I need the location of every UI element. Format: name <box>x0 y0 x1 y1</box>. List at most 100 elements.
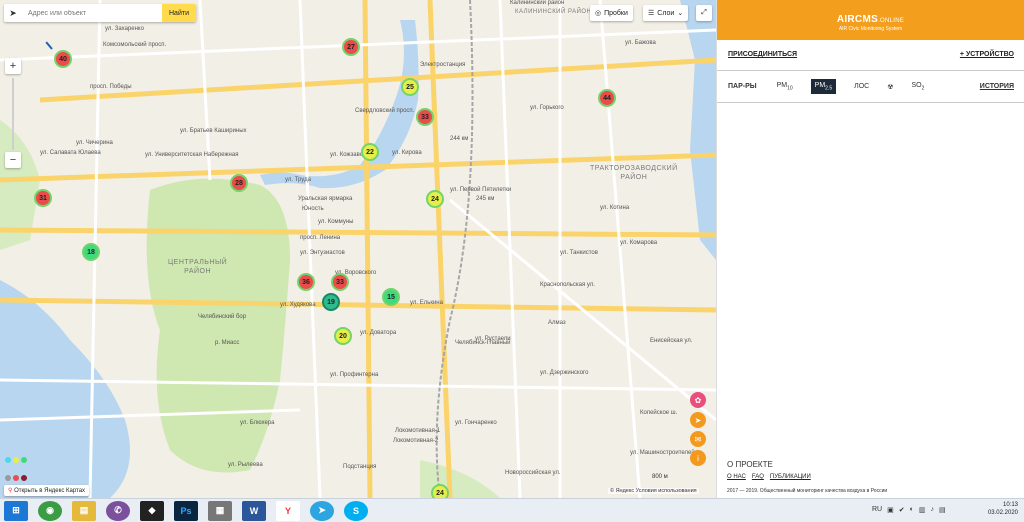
tray-icon[interactable]: ✔ <box>899 506 905 514</box>
zoom-in-button[interactable]: + <box>5 58 21 74</box>
param-so2[interactable]: SO2 <box>912 82 925 91</box>
search-bar: ➤ Найти <box>4 4 196 22</box>
yandex-icon[interactable]: Y <box>276 500 300 521</box>
map-label: ул. Доватора <box>360 330 397 336</box>
map-label: ул. Первой Пятилетки <box>450 187 512 193</box>
zoom-out-button[interactable]: − <box>5 152 21 168</box>
fullscreen-button[interactable]: ⤢ <box>696 5 712 21</box>
publications-link[interactable]: ПУБЛИКАЦИИ <box>770 474 811 480</box>
sensor-marker[interactable]: 33 <box>331 273 349 291</box>
explorer-icon[interactable]: ▤ <box>72 500 96 521</box>
sensor-marker[interactable]: 40 <box>54 50 72 68</box>
map-pin-icon: ⚲ <box>8 488 13 494</box>
map[interactable]: ул. Захаренко Комсомольский просп. просп… <box>0 0 716 498</box>
map-label: ул. Танкистов <box>560 250 598 256</box>
map-label: ул. Бажова <box>625 40 656 46</box>
volume-icon[interactable]: ♪ <box>930 506 934 514</box>
sensor-marker[interactable]: 20 <box>334 327 352 345</box>
map-label: ул. Гончаренко <box>455 420 497 426</box>
params-bar: ПАР-РЫ PM10 PM2.5 ЛОС ☢ SO2 ИСТОРИЯ <box>717 71 1024 103</box>
map-label: просп. Ленина <box>300 235 341 241</box>
map-label: Новороссийская ул. <box>505 470 561 476</box>
word-icon[interactable]: W <box>242 500 266 521</box>
param-pm25[interactable]: PM2.5 <box>810 78 837 95</box>
map-label: ул. Комарова <box>620 240 658 246</box>
map-label: 244 км <box>450 136 469 142</box>
tray-icon[interactable]: ◐ <box>910 506 914 514</box>
map-label: Калининский район <box>510 0 565 6</box>
share-icon[interactable]: ✿ <box>690 392 706 408</box>
search-button[interactable]: Найти <box>162 4 196 22</box>
map-label: ул. Университетская Набережная <box>145 152 239 158</box>
telegram-icon[interactable]: ➤ <box>690 412 706 428</box>
sensor-marker[interactable]: 31 <box>34 189 52 207</box>
map-label: Алмаз <box>548 320 566 326</box>
tray-icon[interactable]: ▣ <box>887 506 894 514</box>
map-scale: 800 м <box>652 474 668 480</box>
sensor-marker[interactable]: 22 <box>361 143 379 161</box>
map-label: ул. Труда <box>285 177 311 183</box>
skype-icon[interactable]: S <box>344 500 368 521</box>
map-label: Локомотивная-1 <box>395 428 441 434</box>
map-label: Уральская ярмарка <box>298 196 353 202</box>
expand-icon: ⤢ <box>701 9 707 16</box>
map-label: ул. Блюхера <box>240 420 275 426</box>
search-input[interactable] <box>22 4 162 22</box>
batman-icon[interactable]: ◆ <box>140 500 164 521</box>
sensor-marker[interactable]: 15 <box>382 288 400 306</box>
sensor-marker[interactable]: 27 <box>342 38 360 56</box>
map-label: Енисейская ул. <box>650 338 693 344</box>
open-in-yandex-link[interactable]: ⚲ Открыть в Яндекс Картах <box>4 485 90 496</box>
about-link[interactable]: О НАС <box>727 474 746 480</box>
traffic-button[interactable]: ◎ Пробки <box>590 5 633 21</box>
sensor-marker[interactable]: 24 <box>431 484 449 498</box>
layers-button[interactable]: ☰ Слои ⌄ <box>643 5 689 21</box>
viber-icon[interactable]: ✆ <box>106 500 130 521</box>
map-label: Свердловский просп. <box>355 108 415 114</box>
join-link[interactable]: ПРИСОЕДИНИТЬСЯ <box>728 51 797 70</box>
map-background <box>0 0 716 498</box>
sensor-marker[interactable]: 33 <box>416 108 434 126</box>
map-label: р. Миасс <box>215 340 240 346</box>
param-pm10[interactable]: PM10 <box>777 82 793 91</box>
brand-header: AIRCMS.ONLINE AIR Civic Monitoring Syste… <box>717 0 1024 40</box>
map-label: ул. Профинтерна <box>330 372 379 378</box>
clock[interactable]: 10:13 03.02.2020 <box>988 501 1018 517</box>
tray-icon[interactable]: ▥ <box>919 506 926 514</box>
telegram-taskbar-icon[interactable]: ➤ <box>310 500 334 521</box>
map-label: ул. Машиностроителей <box>630 450 695 456</box>
param-los[interactable]: ЛОС <box>854 83 869 90</box>
faq-link[interactable]: FAQ <box>752 474 764 480</box>
sensor-marker[interactable]: 44 <box>598 89 616 107</box>
map-label: ул. Энтузиастов <box>300 250 345 256</box>
history-link[interactable]: ИСТОРИЯ <box>980 83 1014 90</box>
map-label: Краснопольская ул. <box>540 282 595 288</box>
chrome-icon[interactable]: ◉ <box>38 500 62 521</box>
add-device-link[interactable]: + УСТРОЙСТВО <box>960 51 1014 70</box>
calculator-icon[interactable]: ▦ <box>208 500 232 521</box>
language-indicator[interactable]: RU <box>872 506 882 514</box>
sensor-marker[interactable]: 25 <box>401 78 419 96</box>
photoshop-icon[interactable]: Ps <box>174 500 198 521</box>
location-arrow-icon[interactable]: ➤ <box>4 4 22 22</box>
zoom-slider[interactable] <box>12 78 14 150</box>
map-label: Челябинский бор <box>198 314 247 320</box>
sensor-marker[interactable]: 19 <box>322 293 340 311</box>
sensor-marker[interactable]: 36 <box>297 273 315 291</box>
radiation-icon[interactable]: ☢ <box>887 83 893 91</box>
footer-text: 2017 — 2019. Общественный мониторинг кач… <box>727 488 888 494</box>
map-label: Подстанция <box>343 464 377 470</box>
info-icon[interactable]: i <box>690 450 706 466</box>
map-label: ул. Елькина <box>410 300 443 306</box>
map-label: ул. Коммуны <box>318 219 354 225</box>
network-icon[interactable]: ▤ <box>939 506 946 514</box>
map-label: Копейское ш. <box>640 410 678 416</box>
map-label: 245 км <box>476 196 495 202</box>
sensor-marker[interactable]: 28 <box>230 174 248 192</box>
sensor-marker[interactable]: 18 <box>82 243 100 261</box>
map-label: просп. Победы <box>90 84 132 90</box>
sensor-marker[interactable]: 24 <box>426 190 444 208</box>
copyright: © Яндекс Условия использования <box>608 488 699 494</box>
mail-icon[interactable]: ✉ <box>690 431 706 447</box>
start-button[interactable]: ⊞ <box>4 500 28 521</box>
